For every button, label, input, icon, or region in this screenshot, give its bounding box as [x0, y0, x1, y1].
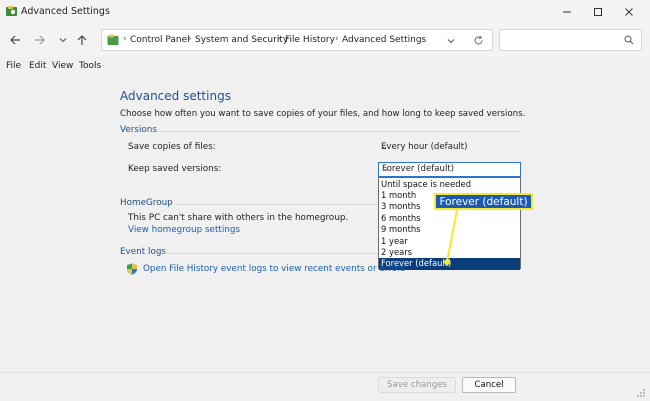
save-copies-label: Save copies of files: — [128, 142, 216, 152]
section-homegroup: HomeGroup — [120, 198, 173, 208]
section-divider — [157, 131, 521, 132]
arrow-left-icon — [10, 35, 20, 45]
minimize-button[interactable] — [552, 2, 582, 22]
chevron-down-icon: ⌄ — [382, 164, 390, 174]
breadcrumb-control-panel[interactable]: Control Panel — [130, 35, 190, 45]
back-button[interactable] — [7, 32, 23, 48]
arrow-right-icon — [35, 35, 45, 45]
menu-tools[interactable]: Tools — [79, 61, 101, 71]
minimize-icon — [563, 11, 571, 13]
callout-pointer — [444, 209, 458, 265]
refresh-button[interactable] — [470, 32, 486, 48]
forward-button[interactable] — [32, 32, 48, 48]
recent-locations-button[interactable] — [55, 32, 71, 48]
breadcrumb-separator: › — [335, 34, 339, 44]
open-event-logs-link[interactable]: Open File History event logs to view rec… — [143, 264, 405, 274]
breadcrumb-separator: › — [277, 34, 281, 44]
maximize-button[interactable] — [583, 2, 613, 22]
breadcrumb-system-and-security[interactable]: System and Security — [195, 35, 288, 45]
chevron-down-icon — [59, 38, 67, 43]
refresh-icon — [474, 35, 482, 44]
breadcrumb-file-history[interactable]: File History — [285, 35, 335, 45]
view-homegroup-settings-link[interactable]: View homegroup settings — [128, 225, 240, 235]
save-copies-select[interactable]: Every hour (default) ⌄ — [378, 140, 521, 155]
close-icon — [625, 8, 633, 16]
keep-versions-label: Keep saved versions: — [128, 164, 222, 174]
search-box[interactable] — [499, 29, 642, 51]
search-icon — [624, 35, 634, 45]
section-divider — [164, 253, 377, 254]
folder-history-icon — [6, 6, 17, 16]
keep-versions-select[interactable]: Forever (default) ⌄ — [378, 162, 521, 177]
menu-file[interactable]: File — [6, 61, 21, 71]
close-button[interactable] — [614, 2, 644, 22]
cancel-button[interactable]: Cancel — [462, 377, 516, 393]
up-button[interactable] — [74, 32, 90, 48]
breadcrumb-separator: › — [123, 34, 127, 44]
chevron-down-icon: ⌄ — [381, 142, 389, 152]
menu-edit[interactable]: Edit — [29, 61, 46, 71]
section-event-logs: Event logs — [120, 247, 166, 257]
maximize-icon — [594, 8, 602, 16]
section-versions: Versions — [120, 125, 157, 135]
page-title: Advanced settings — [120, 89, 231, 103]
breadcrumb-separator: › — [188, 34, 192, 44]
breadcrumb-advanced-settings[interactable]: Advanced Settings — [342, 35, 426, 45]
resize-grip-icon[interactable] — [636, 388, 646, 398]
option-until-space-needed[interactable]: Until space is needed — [379, 179, 520, 190]
section-divider — [176, 204, 377, 205]
shield-icon — [127, 263, 137, 275]
control-panel-icon — [107, 34, 119, 45]
footer-divider — [0, 372, 650, 373]
homegroup-text: This PC can't share with others in the h… — [128, 213, 349, 223]
arrow-up-icon — [77, 35, 87, 45]
window-title: Advanced Settings — [21, 6, 110, 17]
menu-view[interactable]: View — [52, 61, 73, 71]
chevron-down-icon[interactable] — [447, 37, 455, 45]
search-input[interactable] — [503, 33, 617, 49]
save-changes-button[interactable]: Save changes — [378, 377, 456, 393]
address-bar[interactable]: › Control Panel › System and Security › … — [101, 29, 493, 51]
callout-label: Forever (default) — [434, 193, 533, 210]
page-description: Choose how often you want to save copies… — [120, 109, 526, 119]
